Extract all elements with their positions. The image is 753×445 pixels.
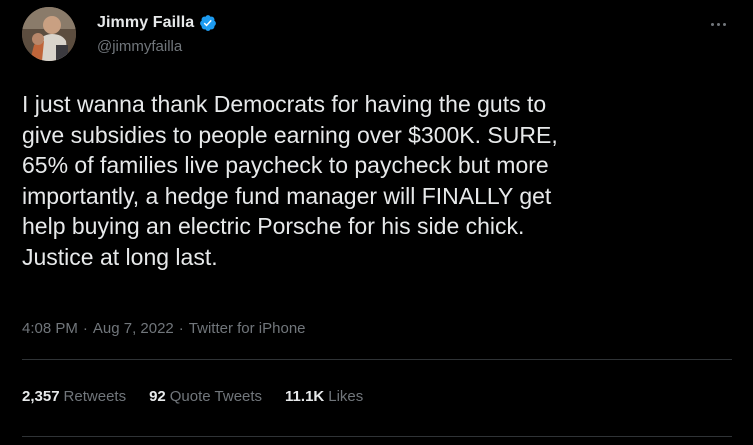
meta-separator: ·: [82, 320, 88, 337]
avatar[interactable]: [22, 7, 76, 61]
likes-stat[interactable]: 11.1K Likes: [285, 388, 363, 405]
display-name[interactable]: Jimmy Failla: [97, 14, 194, 32]
handle[interactable]: @jimmyfailla: [97, 38, 182, 55]
more-options-icon[interactable]: [705, 14, 731, 34]
author-name-row[interactable]: Jimmy Failla: [97, 14, 217, 32]
quote-tweets-label: Quote Tweets: [169, 388, 263, 405]
retweets-label: Retweets: [63, 388, 127, 405]
avatar-image: [22, 7, 76, 61]
likes-count: 11.1K: [285, 388, 325, 405]
quote-tweets-count: 92: [149, 388, 166, 405]
tweet-time[interactable]: 4:08 PM: [22, 320, 78, 337]
tweet-text: I just wanna thank Democrats for having …: [22, 91, 558, 270]
tweet-source[interactable]: Twitter for iPhone: [189, 320, 306, 337]
divider: [22, 359, 732, 360]
tweet-detail: Jimmy Failla @jimmyfailla I just wanna t…: [0, 0, 753, 445]
likes-label: Likes: [328, 388, 364, 405]
retweets-count: 2,357: [22, 388, 60, 405]
verified-badge-icon: [199, 14, 217, 32]
engagement-stats: 2,357 Retweets 92 Quote Tweets 11.1K Lik…: [22, 388, 363, 405]
divider: [22, 436, 732, 437]
tweet-date[interactable]: Aug 7, 2022: [93, 320, 174, 337]
retweets-stat[interactable]: 2,357 Retweets: [22, 388, 126, 405]
quote-tweets-stat[interactable]: 92 Quote Tweets: [149, 388, 262, 405]
meta-separator: ·: [178, 320, 184, 337]
tweet-meta: 4:08 PM · Aug 7, 2022 · Twitter for iPho…: [22, 320, 306, 337]
